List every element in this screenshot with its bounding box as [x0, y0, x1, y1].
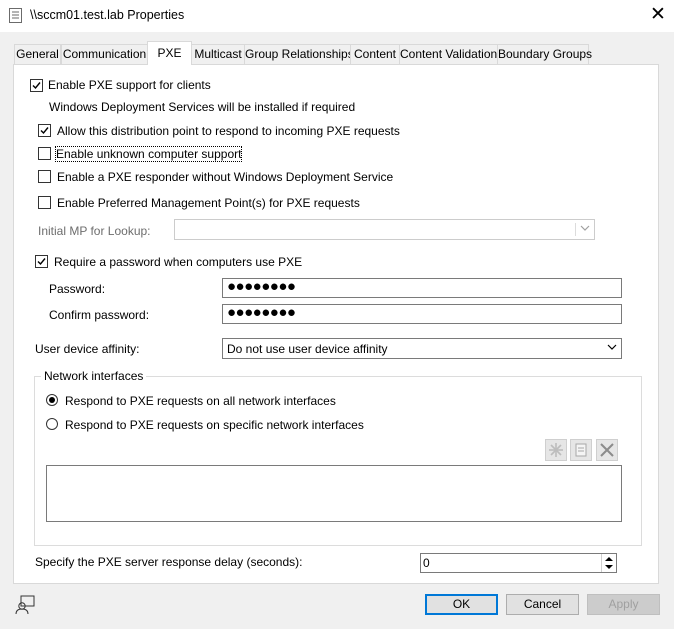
window-title: \\sccm01.test.lab Properties [30, 8, 185, 22]
ok-button[interactable]: OK [425, 594, 498, 615]
network-interfaces-legend: Network interfaces [41, 369, 147, 383]
chevron-down-icon [607, 344, 617, 350]
user-device-affinity-value: Do not use user device affinity [227, 342, 388, 356]
user-device-affinity-combo[interactable]: Do not use user device affinity [222, 338, 622, 359]
chevron-down-icon [580, 225, 590, 231]
spinner-up-icon[interactable] [605, 557, 613, 561]
radio-all-interfaces[interactable] [46, 394, 58, 406]
response-delay-spinner[interactable]: 0 [420, 553, 617, 573]
properties-icon [9, 8, 22, 23]
radio-all-interfaces-label: Respond to PXE requests on all network i… [65, 394, 336, 408]
require-password-checkbox[interactable] [35, 255, 48, 268]
tab-communication[interactable]: Communication [61, 44, 148, 64]
tab-content[interactable]: Content [350, 44, 400, 64]
allow-respond-checkbox[interactable] [38, 124, 51, 137]
require-password-label: Require a password when computers use PX… [54, 255, 303, 269]
unknown-computer-label: Enable unknown computer support [54, 146, 243, 162]
tab-boundary-groups[interactable]: Boundary Groups [497, 44, 592, 64]
initial-mp-combo[interactable] [174, 219, 595, 240]
cancel-button[interactable]: Cancel [506, 594, 579, 615]
tab-pxe[interactable]: PXE [147, 41, 192, 65]
delete-icon[interactable] [596, 439, 618, 461]
password-field[interactable]: ●●●●●●●● [222, 278, 622, 298]
response-delay-label: Specify the PXE server response delay (s… [35, 555, 303, 569]
properties-icon[interactable] [570, 439, 592, 461]
enable-pxe-checkbox[interactable] [30, 79, 43, 92]
allow-respond-label: Allow this distribution point to respond… [57, 124, 400, 138]
close-icon[interactable]: ✕ [648, 5, 668, 25]
title-bar: \\sccm01.test.lab Properties ✕ [0, 0, 674, 32]
network-interfaces-list[interactable] [46, 465, 622, 522]
response-delay-value: 0 [423, 556, 430, 570]
confirm-password-value: ●●●●●●●● [227, 304, 296, 321]
enable-pxe-label: Enable PXE support for clients [48, 78, 211, 92]
tab-content-validation[interactable]: Content Validation [399, 44, 498, 64]
tab-multicast[interactable]: Multicast [191, 44, 245, 64]
confirm-password-label: Confirm password: [49, 308, 150, 322]
wds-note: Windows Deployment Services will be inst… [49, 100, 356, 114]
user-device-affinity-label: User device affinity: [35, 342, 140, 356]
initial-mp-label: Initial MP for Lookup: [38, 224, 151, 238]
password-label: Password: [49, 282, 106, 296]
spinner-down-icon[interactable] [605, 565, 613, 569]
preferred-mp-label: Enable Preferred Management Point(s) for… [57, 196, 360, 210]
password-value: ●●●●●●●● [227, 278, 296, 295]
user-help-icon[interactable] [14, 594, 36, 616]
star-icon[interactable] [545, 439, 567, 461]
apply-button[interactable]: Apply [587, 594, 660, 615]
confirm-password-field[interactable]: ●●●●●●●● [222, 304, 622, 324]
radio-specific-interfaces[interactable] [46, 418, 58, 430]
radio-specific-interfaces-label: Respond to PXE requests on specific netw… [65, 418, 364, 432]
unknown-computer-checkbox[interactable] [38, 147, 51, 160]
preferred-mp-checkbox[interactable] [38, 196, 51, 209]
spinner-arrows[interactable] [601, 554, 616, 572]
responder-without-wds-label: Enable a PXE responder without Windows D… [57, 170, 394, 184]
tab-general[interactable]: General [14, 44, 61, 64]
responder-without-wds-checkbox[interactable] [38, 170, 51, 183]
tab-group-relationships[interactable]: Group Relationships [244, 44, 354, 64]
